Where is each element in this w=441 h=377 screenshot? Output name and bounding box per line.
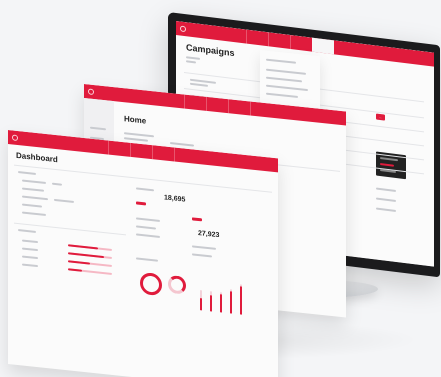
- row-text: [376, 187, 396, 192]
- subtitle: [124, 132, 154, 138]
- nav-tab[interactable]: [206, 96, 228, 114]
- subtitle: [124, 137, 148, 142]
- kpi-tag: [192, 217, 202, 222]
- section-label: [18, 229, 36, 233]
- row-label: [22, 255, 38, 260]
- section-label: [18, 171, 36, 175]
- list-item[interactable]: [266, 84, 308, 92]
- nav-tab[interactable]: [268, 32, 290, 49]
- list-item[interactable]: [266, 76, 302, 83]
- list-value: [54, 198, 74, 203]
- row-text: [376, 197, 396, 202]
- row-label: [22, 247, 38, 252]
- kpi-tag: [136, 201, 146, 206]
- kpi-value: 18,695: [164, 194, 186, 204]
- tab-label[interactable]: [186, 60, 196, 64]
- list-item[interactable]: [22, 195, 48, 201]
- nav-tab[interactable]: [152, 145, 174, 162]
- nav-tab[interactable]: [228, 99, 250, 116]
- kpi-label: [136, 187, 154, 192]
- logo-icon: [12, 134, 18, 142]
- list-item[interactable]: [22, 203, 42, 208]
- logo-icon: [88, 88, 94, 96]
- nav-tab[interactable]: [290, 34, 312, 52]
- divider: [14, 222, 126, 236]
- nav-tab[interactable]: [174, 147, 196, 164]
- stat-text: [192, 253, 212, 258]
- list-item[interactable]: [266, 92, 298, 98]
- nav-tab-active[interactable]: [312, 37, 334, 55]
- section-label: [136, 257, 158, 262]
- row-label: [22, 239, 38, 244]
- menu-item-active[interactable]: [380, 163, 394, 167]
- progress-fill: [68, 252, 104, 259]
- nav-tab[interactable]: [246, 29, 268, 47]
- bar: [210, 295, 212, 312]
- bar: [240, 286, 242, 315]
- list-item[interactable]: [22, 211, 46, 216]
- logo-icon: [180, 25, 186, 33]
- mockup-stage: Campaigns ... Home Dashboard 18,695 27,9…: [0, 0, 441, 377]
- stat-text: [192, 245, 216, 250]
- row-text: [376, 207, 396, 212]
- donut-chart: [168, 274, 186, 295]
- progress-fill: [68, 268, 82, 272]
- row-text: [190, 82, 208, 87]
- list-value: [52, 182, 62, 186]
- kpi-value: 27,923: [198, 229, 220, 240]
- row-label: [22, 263, 38, 268]
- meta-text: [170, 142, 194, 147]
- menu-item[interactable]: [380, 157, 398, 162]
- donut-chart: [140, 271, 162, 297]
- nav-tab[interactable]: [250, 101, 272, 118]
- campaign-action-button[interactable]: ...: [376, 113, 385, 121]
- bar-chart: [196, 270, 246, 315]
- dashboard-screen: Dashboard 18,695 27,923: [8, 130, 278, 377]
- progress-fill: [68, 244, 98, 250]
- bar: [220, 294, 222, 313]
- stat-text: [136, 233, 160, 238]
- progress-fill: [68, 260, 90, 265]
- bar: [200, 298, 202, 311]
- page-title: Campaigns: [186, 42, 235, 59]
- stat-text: [136, 217, 160, 222]
- list-item[interactable]: [22, 179, 46, 184]
- tab-label[interactable]: [186, 56, 200, 60]
- bar: [230, 291, 232, 314]
- nav-tab[interactable]: [130, 142, 152, 160]
- nav-tab[interactable]: [108, 140, 130, 157]
- nav-tab[interactable]: [184, 94, 206, 111]
- list-item[interactable]: [22, 187, 44, 192]
- page-title: Home: [124, 114, 147, 126]
- list-item[interactable]: [266, 68, 306, 75]
- page-title: Dashboard: [16, 150, 58, 165]
- card-title: [266, 58, 296, 64]
- stat-text: [136, 225, 156, 230]
